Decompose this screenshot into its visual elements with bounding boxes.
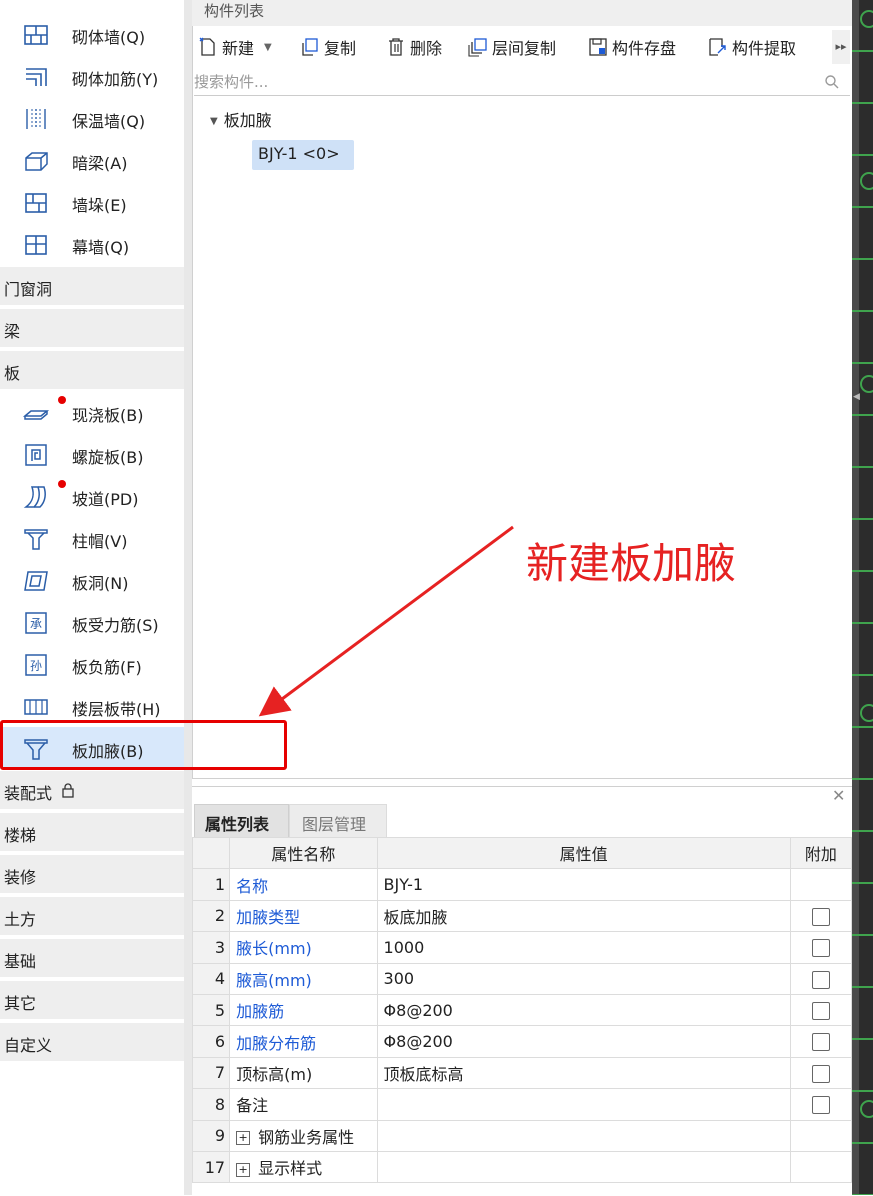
annotation-arrow bbox=[258, 525, 514, 717]
annotation-label: 新建板加腋 bbox=[526, 539, 737, 588]
